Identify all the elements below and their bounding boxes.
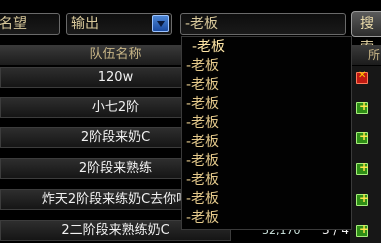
close-icon[interactable] — [356, 70, 368, 84]
name-filter-value: 名望 — [0, 16, 27, 32]
header-last-label: 所 — [368, 48, 381, 62]
suggestion-item[interactable]: -老板 — [186, 114, 219, 133]
mode-select-value: 输出 — [71, 16, 99, 32]
header-team-name-label: 队伍名称 — [89, 47, 142, 62]
search-input[interactable]: -老板 — [180, 13, 346, 35]
search-button[interactable]: 搜索 — [351, 11, 381, 56]
plus-icon[interactable] — [356, 222, 369, 237]
name-filter-input[interactable]: 名望 — [0, 13, 60, 35]
suggestion-item[interactable]: -老板 — [192, 38, 225, 57]
search-suggestion-dropdown: -老板 -老板 -老板 -老板 -老板 -老板 -老板 -老板 -老板 -老板 — [181, 36, 352, 230]
chevron-down-icon[interactable] — [152, 15, 169, 32]
plus-icon[interactable] — [356, 129, 369, 144]
status-column-bg — [350, 66, 381, 243]
plus-icon[interactable] — [356, 191, 369, 206]
plus-icon[interactable] — [356, 160, 369, 175]
suggestion-item[interactable]: -老板 — [186, 95, 219, 114]
suggestion-item[interactable]: -老板 — [186, 171, 219, 190]
suggestion-item[interactable]: -老板 — [186, 209, 219, 228]
header-last: 所 — [352, 45, 381, 65]
suggestion-item[interactable]: -老板 — [186, 133, 219, 152]
search-input-value: -老板 — [185, 16, 219, 32]
suggestion-item[interactable]: -老板 — [186, 152, 219, 171]
plus-icon[interactable] — [356, 99, 369, 114]
suggestion-item[interactable]: -老板 — [186, 190, 219, 209]
suggestion-item[interactable]: -老板 — [186, 76, 219, 95]
suggestion-item[interactable]: -老板 — [186, 57, 219, 76]
